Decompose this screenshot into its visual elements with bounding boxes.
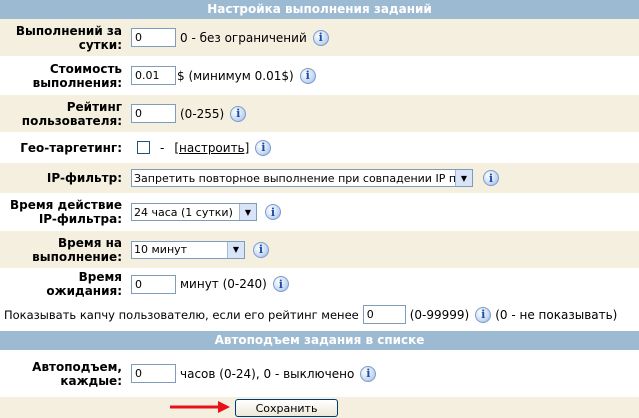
exec-time-label: Время на выполнение: [0, 231, 126, 268]
arrow-right-icon [170, 401, 230, 413]
ip-filter-time-label: Время действие IP-фильтра: [0, 194, 126, 230]
info-icon[interactable]: i [265, 204, 281, 220]
geo-label: Гео-таргетинг: [0, 133, 126, 162]
row-autoup: Автоподъем, каждые: 0 часов (0-24), 0 - … [0, 350, 639, 397]
captcha-input[interactable]: 0 [362, 305, 406, 324]
autoup-label: Автоподъем, каждые: [0, 350, 126, 397]
cost-label: Стоимость выполнения: [0, 57, 126, 94]
daily-limit-input[interactable]: 0 [131, 28, 176, 47]
row-ip-filter: IP-фильтр: Запретить повторное выполнени… [0, 163, 639, 194]
wait-time-label: Время ожидания: [0, 269, 126, 299]
info-icon[interactable]: i [253, 241, 269, 258]
captcha-text: Показывать капчу пользователю, если его … [4, 307, 359, 322]
captcha-range: (0-99999) [409, 307, 470, 322]
section-header-autoup: Автоподъем задания в списке [0, 331, 639, 350]
autoup-note: часов (0-24), 0 - выключено [180, 366, 355, 381]
daily-limit-note: 0 - без ограничений [180, 30, 307, 45]
ip-filter-time-value: 24 часа (1 сутки) [134, 205, 233, 219]
info-icon[interactable]: i [299, 67, 316, 84]
info-icon[interactable]: i [230, 105, 247, 122]
info-icon[interactable]: i [272, 276, 289, 292]
ip-filter-select[interactable]: Запретить повторное выполнение при совпа… [131, 169, 473, 187]
info-icon[interactable]: i [475, 306, 492, 323]
geo-dash: - [160, 140, 165, 155]
row-rating: Рейтинг пользователя: 0 (0-255) i [0, 95, 639, 133]
task-settings-form: Настройка выполнения заданий Выполнений … [0, 0, 639, 418]
exec-time-value: 10 минут [134, 243, 188, 256]
row-cost: Стоимость выполнения: 0.01 $ (минимум 0.… [0, 57, 639, 95]
exec-time-select[interactable]: 10 минут ▼ [131, 240, 245, 259]
row-daily-limit: Выполнений за сутки: 0 0 - без ограничен… [0, 19, 639, 57]
rating-label: Рейтинг пользователя: [0, 95, 126, 132]
captcha-note: (0 - не показывать) [495, 307, 618, 322]
row-save: Сохранить [0, 397, 639, 418]
geo-configure-link[interactable]: [настроить] [174, 141, 249, 155]
section-header-settings: Настройка выполнения заданий [0, 0, 639, 19]
geo-checkbox[interactable] [137, 141, 150, 154]
info-icon[interactable]: i [360, 365, 377, 382]
row-captcha: Показывать капчу пользователю, если его … [0, 300, 639, 330]
autoup-input[interactable]: 0 [131, 364, 176, 383]
save-button[interactable]: Сохранить [235, 399, 338, 417]
info-icon[interactable]: i [255, 139, 272, 156]
chevron-down-icon: ▼ [227, 241, 244, 258]
wait-time-input[interactable]: 0 [131, 274, 176, 294]
row-geo: Гео-таргетинг: - [настроить] i [0, 133, 639, 163]
row-ip-filter-time: Время действие IP-фильтра: 24 часа (1 су… [0, 194, 639, 231]
row-exec-time: Время на выполнение: 10 минут ▼ i [0, 231, 639, 269]
cost-note: $ (минимум 0.01$) [177, 68, 294, 83]
info-icon[interactable]: i [312, 29, 329, 46]
ip-filter-time-select[interactable]: 24 часа (1 сутки) ▼ [131, 203, 257, 221]
rating-input[interactable]: 0 [131, 104, 176, 123]
chevron-down-icon: ▼ [455, 170, 472, 186]
row-wait-time: Время ожидания: 0 минут (0-240) i [0, 269, 639, 300]
ip-filter-label: IP-фильтр: [0, 163, 126, 193]
cost-input[interactable]: 0.01 [131, 66, 176, 85]
wait-time-note: минут (0-240) [180, 277, 267, 291]
chevron-down-icon: ▼ [239, 204, 256, 220]
info-icon[interactable]: i [483, 170, 499, 186]
daily-limit-label: Выполнений за сутки: [0, 19, 126, 56]
ip-filter-value: Запретить повторное выполнение при совпа… [134, 171, 472, 185]
rating-note: (0-255) [180, 106, 225, 121]
